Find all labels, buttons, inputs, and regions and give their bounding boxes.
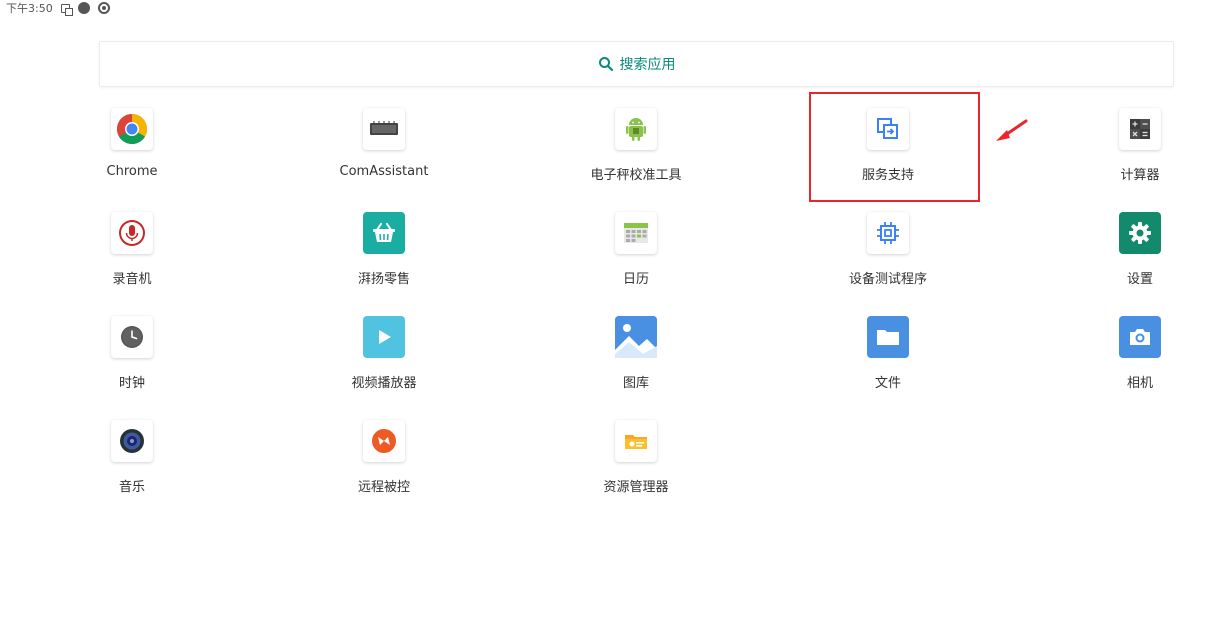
app-label: ComAssistant: [339, 164, 429, 179]
app-comassistant[interactable]: ComAssistant: [314, 108, 454, 198]
record-icon: [77, 2, 90, 14]
calendar-icon: [615, 212, 657, 254]
processor-icon: [867, 212, 909, 254]
app-settings[interactable]: 设置: [1070, 212, 1210, 302]
calculator-icon: [1119, 108, 1161, 150]
sync-icon: [97, 2, 110, 14]
folder-icon: [867, 316, 909, 358]
app-label: 相机: [1126, 376, 1153, 391]
app-gallery[interactable]: 图库: [566, 316, 706, 406]
arrow-icon: [996, 119, 1028, 141]
app-label: 湃扬零售: [357, 272, 410, 287]
app-label: 文件: [874, 376, 901, 391]
app-label: 远程被控: [357, 480, 410, 495]
service-support-icon: [867, 108, 909, 150]
app-clock[interactable]: 时钟: [62, 316, 202, 406]
app-label: 服务支持: [861, 168, 914, 183]
app-label: 图库: [622, 376, 649, 391]
app-paiyang-retail[interactable]: 湃扬零售: [314, 212, 454, 302]
app-label: 资源管理器: [603, 480, 669, 495]
status-bar: 下午3:50: [6, 0, 110, 16]
search-apps-bar[interactable]: 搜索应用: [99, 41, 1174, 87]
camera-icon: [1119, 316, 1161, 358]
app-label: 电子秤校准工具: [590, 168, 682, 183]
android-icon: [615, 108, 657, 150]
gallery-icon: [615, 316, 657, 358]
app-video-player[interactable]: 视频播放器: [314, 316, 454, 406]
app-label: 日历: [622, 272, 649, 287]
search-label: 搜索应用: [619, 57, 676, 73]
chrome-icon: [111, 108, 153, 150]
gear-icon: [1119, 212, 1161, 254]
app-music[interactable]: 音乐: [62, 420, 202, 510]
status-time: 下午3:50: [6, 2, 53, 15]
app-label: 录音机: [112, 272, 152, 287]
speaker-icon: [111, 420, 153, 462]
app-label: 视频播放器: [351, 376, 417, 391]
app-recorder[interactable]: 录音机: [62, 212, 202, 302]
chip-icon: [363, 108, 405, 150]
app-device-test[interactable]: 设备测试程序: [818, 212, 958, 302]
search-icon: [598, 57, 613, 72]
app-label: 时钟: [118, 376, 145, 391]
app-label: 设备测试程序: [848, 272, 927, 287]
shopping-basket-icon: [363, 212, 405, 254]
app-label: 设置: [1126, 272, 1153, 287]
app-calculator[interactable]: 计算器: [1070, 108, 1210, 198]
app-label: 音乐: [118, 480, 145, 495]
file-manager-icon: [615, 420, 657, 462]
app-chrome[interactable]: Chrome: [62, 108, 202, 198]
app-calendar[interactable]: 日历: [566, 212, 706, 302]
app-files[interactable]: 文件: [818, 316, 958, 406]
app-camera[interactable]: 相机: [1070, 316, 1210, 406]
app-service-support[interactable]: 服务支持: [818, 108, 958, 198]
app-resource-manager[interactable]: 资源管理器: [566, 420, 706, 510]
microphone-icon: [111, 212, 153, 254]
app-label: Chrome: [106, 164, 158, 179]
multi-window-icon: [60, 3, 73, 16]
play-icon: [363, 316, 405, 358]
remote-control-icon: [363, 420, 405, 462]
app-scale-calibration[interactable]: 电子秤校准工具: [566, 108, 706, 198]
app-remote-control[interactable]: 远程被控: [314, 420, 454, 510]
clock-icon: [111, 316, 153, 358]
app-label: 计算器: [1120, 168, 1160, 183]
